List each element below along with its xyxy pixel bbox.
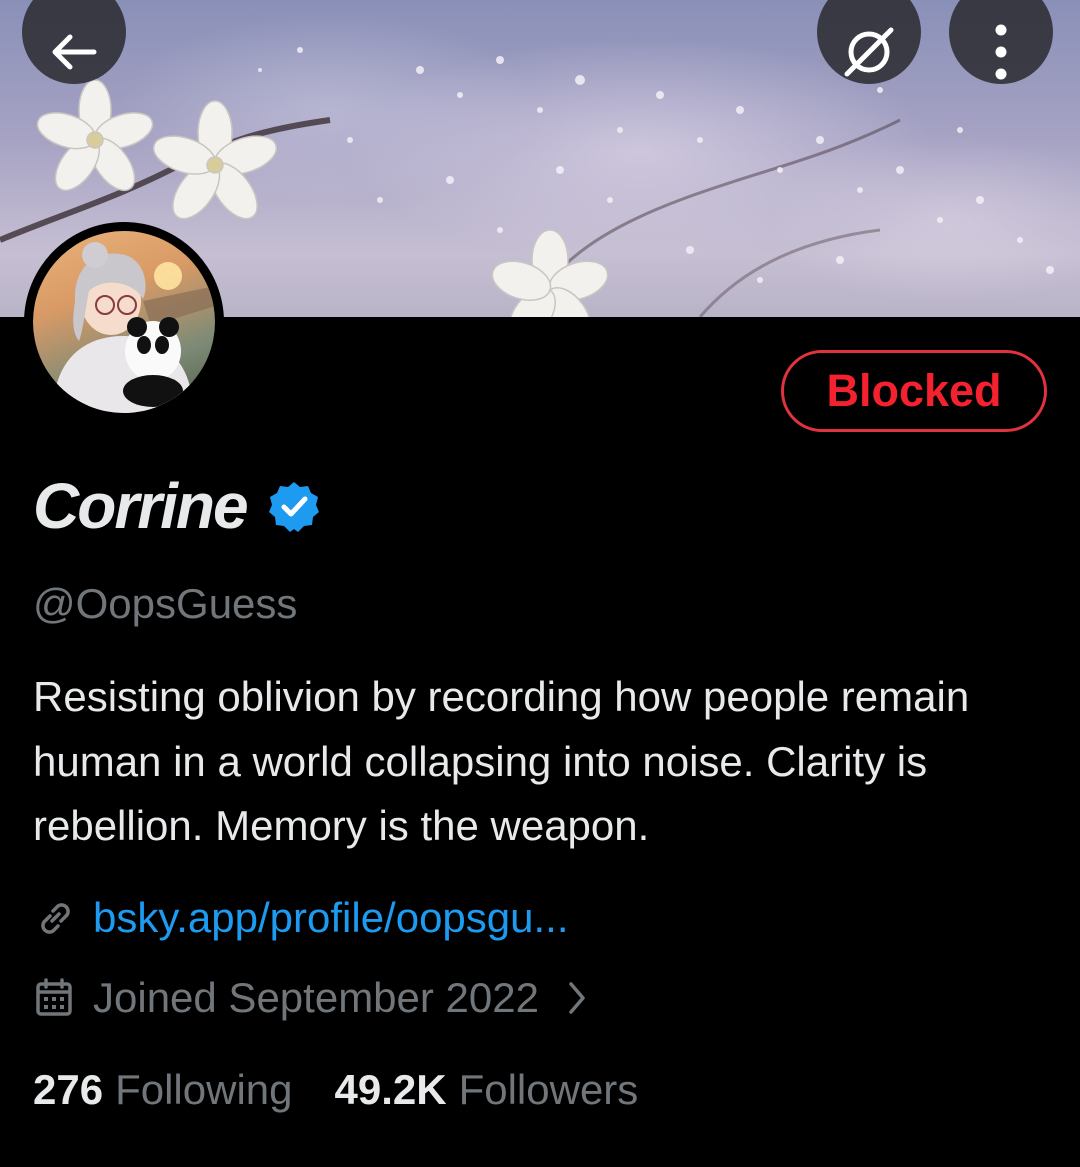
profile-link[interactable]: bsky.app/profile/oopsgu... <box>93 894 569 942</box>
joined-date-row[interactable]: Joined September 2022 <box>33 970 589 1026</box>
following-label: Following <box>115 1066 293 1113</box>
user-handle: @OopsGuess <box>33 580 298 627</box>
avatar[interactable] <box>33 231 215 413</box>
display-name: Corrine <box>33 470 249 542</box>
following-count: 276 <box>33 1066 104 1113</box>
more-vertical-icon <box>995 24 1007 80</box>
followers-label: Followers <box>458 1066 639 1113</box>
profile-bio: Resisting oblivion by recording how peop… <box>33 673 970 849</box>
arrow-left-icon <box>52 34 97 70</box>
slash-circle-icon <box>844 27 894 77</box>
name-row: Corrine <box>33 470 321 542</box>
link-icon <box>41 903 70 934</box>
chevron-right-icon <box>565 978 589 1018</box>
blocked-button[interactable]: Blocked <box>781 350 1047 432</box>
following-stat[interactable]: 276 Following <box>33 1066 293 1114</box>
follow-stats: 276 Following 49.2K Followers <box>33 1060 638 1120</box>
profile-link-row: bsky.app/profile/oopsgu... <box>33 890 569 946</box>
followers-stat[interactable]: 49.2K Followers <box>335 1066 639 1114</box>
calendar-icon <box>36 978 72 1016</box>
verified-badge-icon[interactable] <box>267 479 321 533</box>
avatar-illustration <box>53 242 215 413</box>
followers-count: 49.2K <box>334 1066 447 1113</box>
joined-date: Joined September 2022 <box>93 974 539 1021</box>
